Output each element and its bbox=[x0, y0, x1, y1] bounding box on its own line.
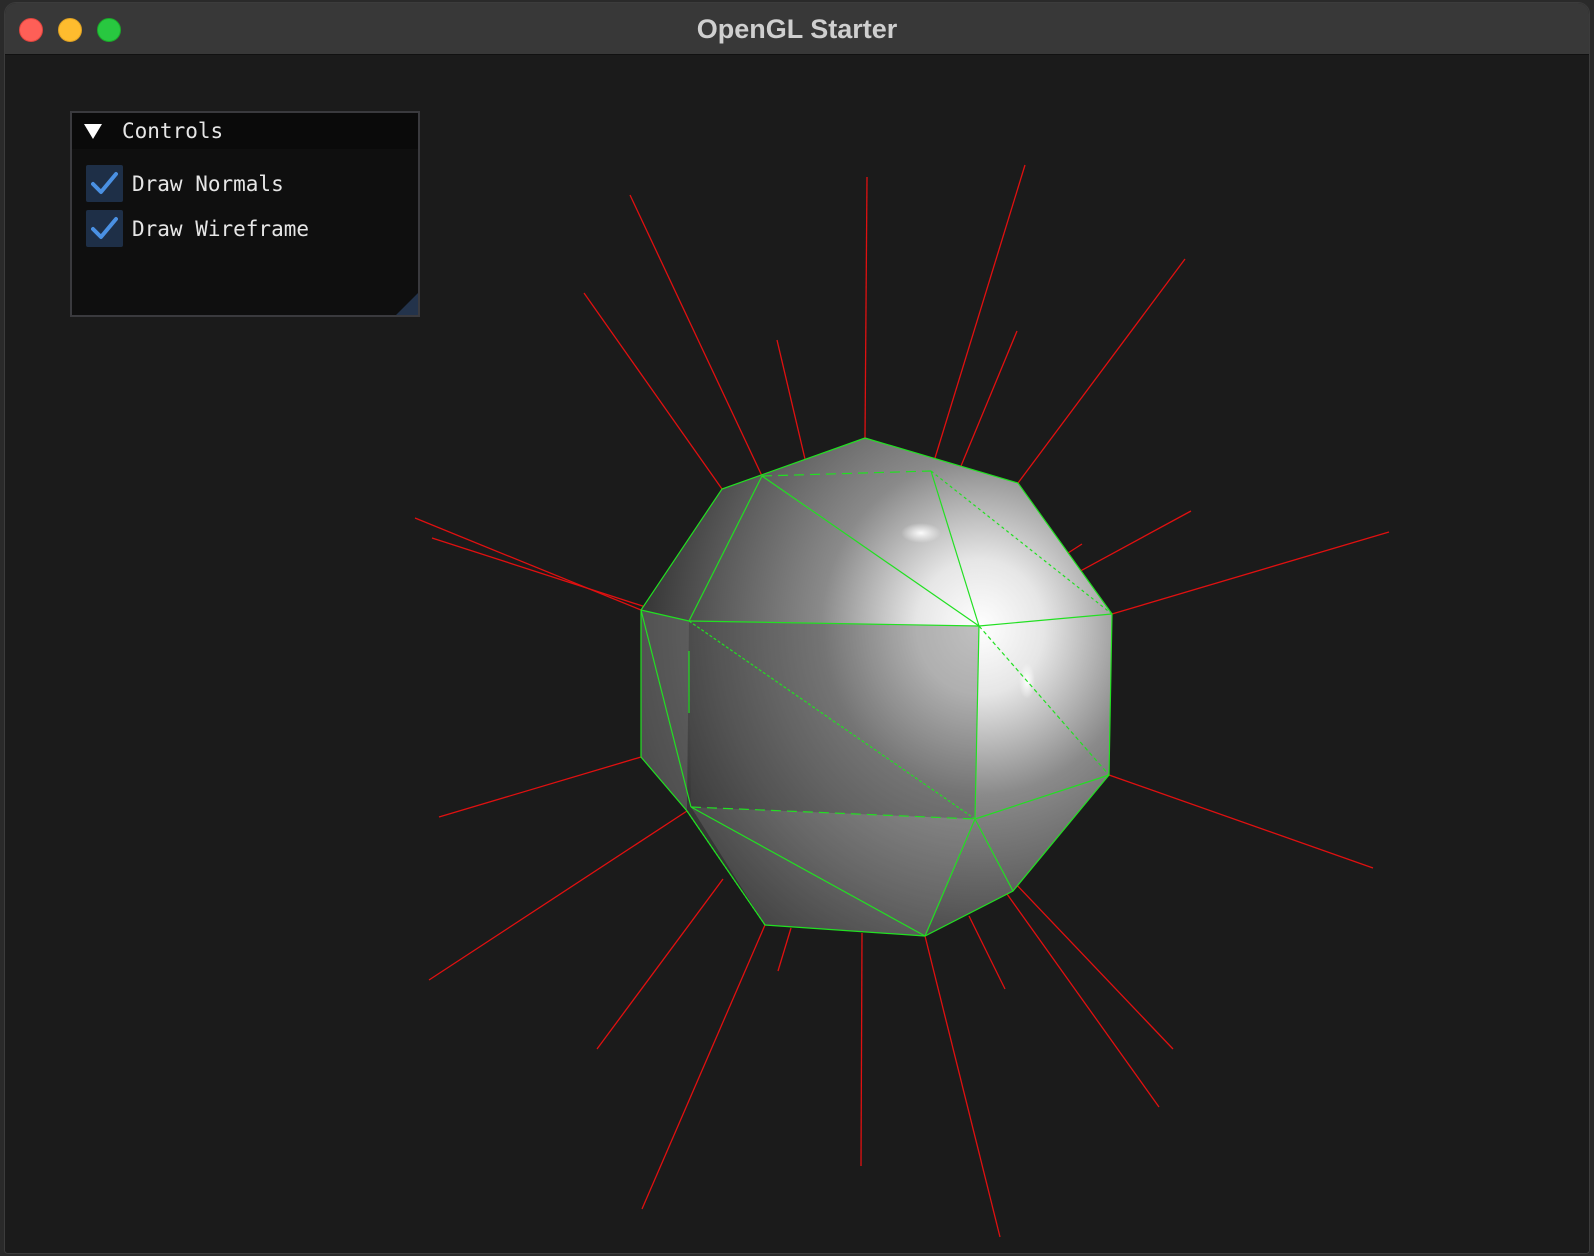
checkbox-draw-normals[interactable]: Draw Normals bbox=[86, 165, 406, 203]
window-title: OpenGL Starter bbox=[696, 14, 898, 44]
title-bar[interactable]: OpenGL Starter bbox=[5, 3, 1589, 55]
triangle-down-icon[interactable] bbox=[84, 124, 102, 139]
app-window: OpenGL Starter Controls Draw Normals Dra… bbox=[4, 2, 1590, 1254]
draw-normals-checkbox[interactable] bbox=[86, 165, 123, 202]
controls-panel[interactable]: Controls Draw Normals Draw Wireframe bbox=[70, 111, 420, 317]
resize-grip[interactable] bbox=[396, 293, 418, 315]
controls-panel-title: Controls bbox=[122, 119, 224, 143]
draw-wireframe-checkbox[interactable] bbox=[86, 210, 123, 247]
checkmark-icon bbox=[91, 217, 118, 239]
draw-wireframe-label[interactable]: Draw Wireframe bbox=[132, 215, 309, 243]
checkmark-icon bbox=[91, 172, 118, 194]
controls-panel-header[interactable]: Controls bbox=[72, 113, 418, 149]
sphere-mesh bbox=[641, 438, 1112, 936]
draw-normals-label[interactable]: Draw Normals bbox=[132, 170, 284, 198]
checkbox-draw-wireframe[interactable]: Draw Wireframe bbox=[86, 210, 406, 248]
gl-viewport[interactable]: Controls Draw Normals Draw Wireframe bbox=[5, 55, 1589, 1253]
